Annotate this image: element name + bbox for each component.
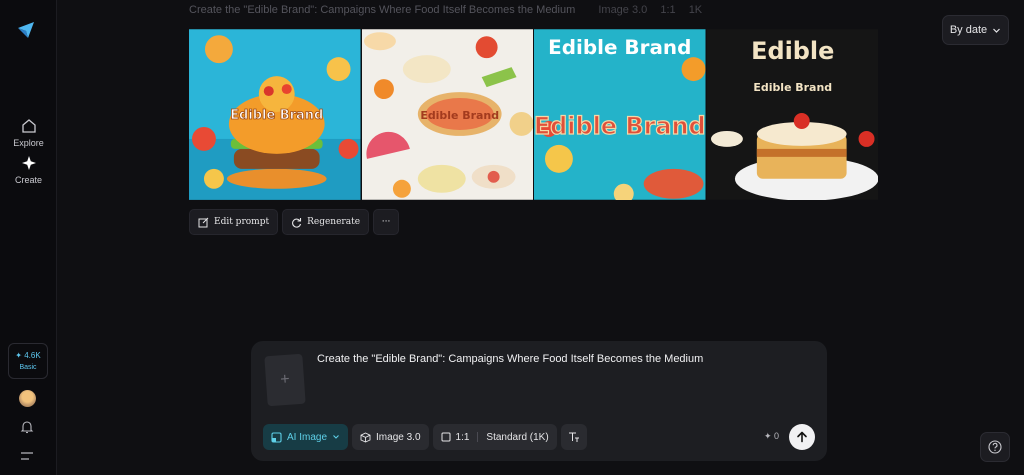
image-title-text: Edible <box>751 37 834 65</box>
credit-cost: ✦ 0 <box>764 431 780 441</box>
cube-icon <box>360 431 371 442</box>
divider <box>477 432 479 442</box>
arrow-up-icon <box>797 431 807 443</box>
edit-prompt-button[interactable]: Edit prompt <box>189 209 279 235</box>
app-logo-icon[interactable] <box>16 20 36 40</box>
generated-image-4[interactable]: Edible Edible Brand <box>706 29 878 200</box>
plan-label: Basic <box>19 364 37 371</box>
mode-label: AI Image <box>287 431 328 443</box>
text-settings-button[interactable] <box>560 424 587 450</box>
chevron-down-icon <box>993 28 1001 33</box>
credits-badge[interactable]: ✦ 4.6K Basic <box>8 343 48 379</box>
image-actions: Edit prompt Regenerate ··· <box>189 209 400 235</box>
image-title-text: Edible Brand <box>548 35 691 59</box>
image-mode-icon <box>271 431 282 443</box>
ratio-label: 1:1 <box>455 431 470 443</box>
sidebar-item-create[interactable]: Create <box>0 155 57 185</box>
text-format-icon <box>568 432 579 442</box>
sparkle-icon <box>21 156 36 170</box>
image-caption: Edible Brand <box>230 108 323 123</box>
more-options-icon: ··· <box>381 217 391 227</box>
prompt-title: Create the "Edible Brand": Campaigns Whe… <box>189 4 576 16</box>
sidebar-item-label: Create <box>14 175 42 185</box>
generated-image-3[interactable]: Edible Brand Edible Brand <box>534 29 706 200</box>
avatar[interactable] <box>19 390 36 407</box>
regenerate-button[interactable]: Regenerate <box>282 209 370 235</box>
refresh-icon <box>292 217 302 228</box>
sidebar-item-explore[interactable]: Explore <box>0 118 57 148</box>
menu-icon[interactable] <box>20 450 34 462</box>
ratio-tag: 1:1 <box>660 4 676 16</box>
image-gallery: Edible Brand Edible Brand Edible Brand E… <box>189 29 878 200</box>
mode-selector[interactable]: AI Image <box>263 424 349 450</box>
sidebar-item-label: Explore <box>13 138 44 148</box>
edit-prompt-label: Edit prompt <box>214 217 270 227</box>
prompt-input[interactable]: Create the "Edible Brand": Campaigns Whe… <box>317 353 703 365</box>
resolution-tag: 1K <box>688 4 703 16</box>
sort-label: By date <box>949 24 988 36</box>
composer-toolbar: AI Image Image 3.0 1:1 Standard (1K) <box>263 424 587 450</box>
bell-icon[interactable] <box>20 420 34 434</box>
edit-icon <box>198 217 209 227</box>
sort-dropdown[interactable]: By date <box>942 15 1009 45</box>
generated-image-1[interactable]: Edible Brand <box>189 29 361 200</box>
model-tag: Image 3.0 <box>598 4 648 16</box>
help-button[interactable] <box>980 432 1010 462</box>
image-caption: Edible Brand <box>753 81 832 94</box>
quality-label: Standard (1K) <box>486 431 549 443</box>
model-selector[interactable]: Image 3.0 <box>352 424 429 450</box>
image-caption: Edible Brand <box>420 109 499 122</box>
add-reference-image-button[interactable]: + <box>264 353 306 407</box>
model-label: Image 3.0 <box>376 431 421 443</box>
aspect-ratio-icon <box>441 432 451 442</box>
size-selector[interactable]: 1:1 Standard (1K) <box>432 424 557 450</box>
more-options-button[interactable]: ··· <box>373 209 400 235</box>
home-icon <box>21 119 36 133</box>
sidebar: Explore Create ✦ 4.6K Basic <box>0 0 57 475</box>
plus-icon: + <box>279 370 291 389</box>
send-button[interactable] <box>789 424 815 450</box>
regenerate-label: Regenerate <box>307 217 361 227</box>
credits-amount: ✦ 4.6K <box>15 351 41 360</box>
generation-prompt-header: Create the "Edible Brand": Campaigns Whe… <box>189 4 702 16</box>
help-icon <box>988 440 1002 454</box>
prompt-composer: + Create the "Edible Brand": Campaigns W… <box>251 341 827 461</box>
image-caption: Edible Brand <box>534 112 706 140</box>
chevron-down-icon <box>333 435 339 439</box>
generated-image-2[interactable]: Edible Brand <box>361 29 533 200</box>
